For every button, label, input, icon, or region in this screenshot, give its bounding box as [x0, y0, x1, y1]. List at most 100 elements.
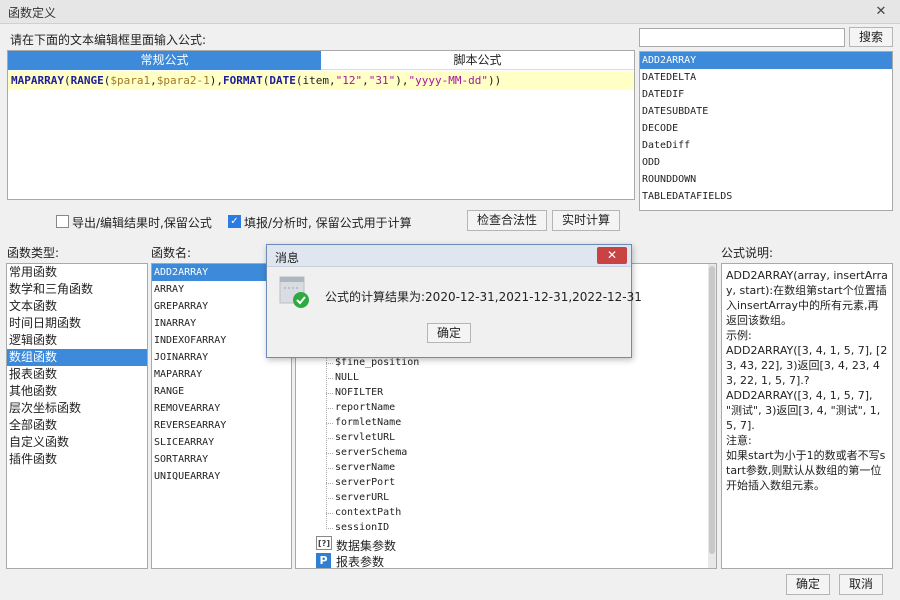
description-line: ADD2ARRAY([3, 4, 1, 5, 7], "测试", 3)返回[3,… — [726, 389, 881, 432]
function-name-item[interactable]: SLICEARRAY — [152, 434, 291, 451]
tree-connector — [326, 393, 333, 394]
formula-token: (item, — [295, 74, 336, 87]
search-result-item[interactable]: DATESUBDATE — [640, 103, 892, 120]
function-name-item[interactable]: SORTARRAY — [152, 451, 291, 468]
cancel-button[interactable]: 取消 — [839, 574, 883, 595]
description-line: 如果start为小于1的数或者不写start参数,则默认从数组的第一位开始插入数… — [726, 449, 886, 492]
window-title: 函数定义 — [8, 6, 57, 20]
function-type-item[interactable]: 自定义函数 — [7, 434, 147, 451]
function-type-item[interactable]: 全部函数 — [7, 417, 147, 434]
description-panel: ADD2ARRAY(array, insertArray, start):在数组… — [721, 263, 893, 569]
function-type-item[interactable]: 文本函数 — [7, 298, 147, 315]
function-names-header: 函数名: — [151, 246, 192, 260]
function-name-item[interactable]: UNIQUEARRAY — [152, 468, 291, 485]
function-type-item[interactable]: 常用函数 — [7, 264, 147, 281]
param-tree-item[interactable]: formletName — [335, 417, 401, 428]
search-result-item[interactable]: ODD — [640, 154, 892, 171]
tree-connector — [326, 378, 333, 379]
function-type-item[interactable]: 插件函数 — [7, 451, 147, 468]
function-type-item[interactable]: 时间日期函数 — [7, 315, 147, 332]
formula-token: $para1 — [110, 74, 151, 87]
close-icon[interactable]: ✕ — [868, 3, 894, 21]
formula-token: ( — [63, 74, 71, 87]
ok-button[interactable]: 确定 — [786, 574, 830, 595]
tree-connector — [326, 483, 333, 484]
fill-keep-formula-checkbox[interactable]: ✓ — [228, 215, 241, 228]
function-types-list[interactable]: 常用函数 数学和三角函数 文本函数 时间日期函数 逻辑函数 数组函数 报表函数 其他函数 层次坐… — [6, 263, 148, 569]
function-type-item[interactable]: 层次坐标函数 — [7, 400, 147, 417]
message-text: 公式的计算结果为:2020-12-31,2021-12-31,2022-12-3… — [325, 290, 642, 304]
search-button[interactable]: 搜索 — [849, 27, 893, 47]
report-params-label[interactable]: 报表参数 — [336, 553, 384, 570]
search-result-item[interactable]: DATEDELTA — [640, 69, 892, 86]
dataset-params-label[interactable]: 数据集参数 — [336, 537, 396, 554]
tree-connector — [326, 468, 333, 469]
param-tree-item[interactable]: contextPath — [335, 507, 401, 518]
formula-token: ), — [395, 74, 409, 87]
function-type-item[interactable]: 数组函数 — [7, 349, 147, 366]
tree-connector — [326, 498, 333, 499]
param-tree-item[interactable]: sessionID — [335, 522, 389, 533]
search-result-item[interactable]: DateDiff — [640, 137, 892, 154]
param-tree-item[interactable]: serverPort — [335, 477, 395, 488]
param-tree-item[interactable]: NOFILTER — [335, 387, 383, 398]
editor-instruction: 请在下面的文本编辑框里面输入公式: — [10, 33, 207, 47]
params-scrollbar-thumb[interactable] — [709, 266, 715, 554]
function-type-item[interactable]: 逻辑函数 — [7, 332, 147, 349]
formula-token: MAPARRAY — [11, 74, 64, 87]
search-result-item[interactable]: ADD2ARRAY — [640, 52, 892, 69]
tree-connector — [326, 528, 333, 529]
param-tree-item[interactable]: servletURL — [335, 432, 395, 443]
success-icon — [279, 275, 309, 308]
export-keep-formula-checkbox[interactable] — [56, 215, 69, 228]
search-result-item[interactable]: DATEDIF — [640, 86, 892, 103]
realtime-calc-button[interactable]: 实时计算 — [552, 210, 620, 231]
search-input[interactable] — [639, 28, 845, 47]
params-scrollbar[interactable] — [708, 264, 716, 568]
description-line: ADD2ARRAY([3, 4, 1, 5, 7], [23, 43, 22],… — [726, 344, 888, 387]
formula-token: "12" — [335, 74, 363, 87]
formula-token: ), — [209, 74, 223, 87]
tab-regular-formula[interactable]: 常规公式 — [8, 51, 321, 70]
formula-token: , — [362, 74, 369, 87]
function-type-item[interactable]: 其他函数 — [7, 383, 147, 400]
check-validity-button[interactable]: 检查合法性 — [467, 210, 547, 231]
formula-token: DATE — [269, 74, 296, 87]
message-dialog: 消息 ✕ 公式的计算结果为:2020-12-31,2021-12-31,2022… — [266, 244, 642, 358]
search-result-item[interactable]: TABLEDATAFIELDS — [640, 188, 892, 205]
message-dialog-titlebar: 消息 ✕ — [267, 245, 631, 267]
message-dialog-title: 消息 — [275, 251, 300, 265]
function-name-item[interactable]: RANGE — [152, 383, 291, 400]
description-line: 示例: — [726, 329, 752, 342]
tree-connector — [326, 453, 333, 454]
function-type-item[interactable]: 数学和三角函数 — [7, 281, 147, 298]
param-tree-item[interactable]: reportName — [335, 402, 395, 413]
param-tree-item[interactable]: serverURL — [335, 492, 389, 503]
formula-text[interactable]: MAPARRAY(RANGE($para1,$para2-1),FORMAT(D… — [8, 71, 634, 90]
param-tree-item[interactable]: $fine_position — [335, 357, 419, 368]
search-result-item[interactable]: ROUNDDOWN — [640, 171, 892, 188]
description-line: 注意: — [726, 434, 752, 447]
function-types-header: 函数类型: — [7, 246, 60, 260]
report-params-icon: P — [316, 553, 331, 568]
message-ok-button[interactable]: 确定 — [427, 323, 471, 343]
tree-connector — [326, 513, 333, 514]
function-type-item[interactable]: 报表函数 — [7, 366, 147, 383]
search-result-item[interactable]: DECODE — [640, 120, 892, 137]
formula-token: , — [150, 74, 157, 87]
formula-token: )) — [487, 74, 502, 87]
param-tree-item[interactable]: serverName — [335, 462, 395, 473]
param-tree-item[interactable]: serverSchema — [335, 447, 407, 458]
function-name-item[interactable]: REMOVEARRAY — [152, 400, 291, 417]
message-close-icon[interactable]: ✕ — [597, 247, 627, 264]
param-tree-item[interactable]: NULL — [335, 372, 359, 383]
description-line: ADD2ARRAY(array, insertArray, start):在数组… — [726, 269, 888, 327]
description-header: 公式说明: — [721, 246, 774, 260]
tree-connector — [326, 423, 333, 424]
function-name-item[interactable]: MAPARRAY — [152, 366, 291, 383]
tab-script-formula[interactable]: 脚本公式 — [321, 51, 634, 70]
search-results-list[interactable]: ADD2ARRAY DATEDELTA DATEDIF DATESUBDATE DECO… — [639, 51, 893, 211]
function-name-item[interactable]: REVERSEARRAY — [152, 417, 291, 434]
formula-token: RANGE — [70, 74, 104, 87]
formula-token: FORMAT — [222, 74, 263, 87]
